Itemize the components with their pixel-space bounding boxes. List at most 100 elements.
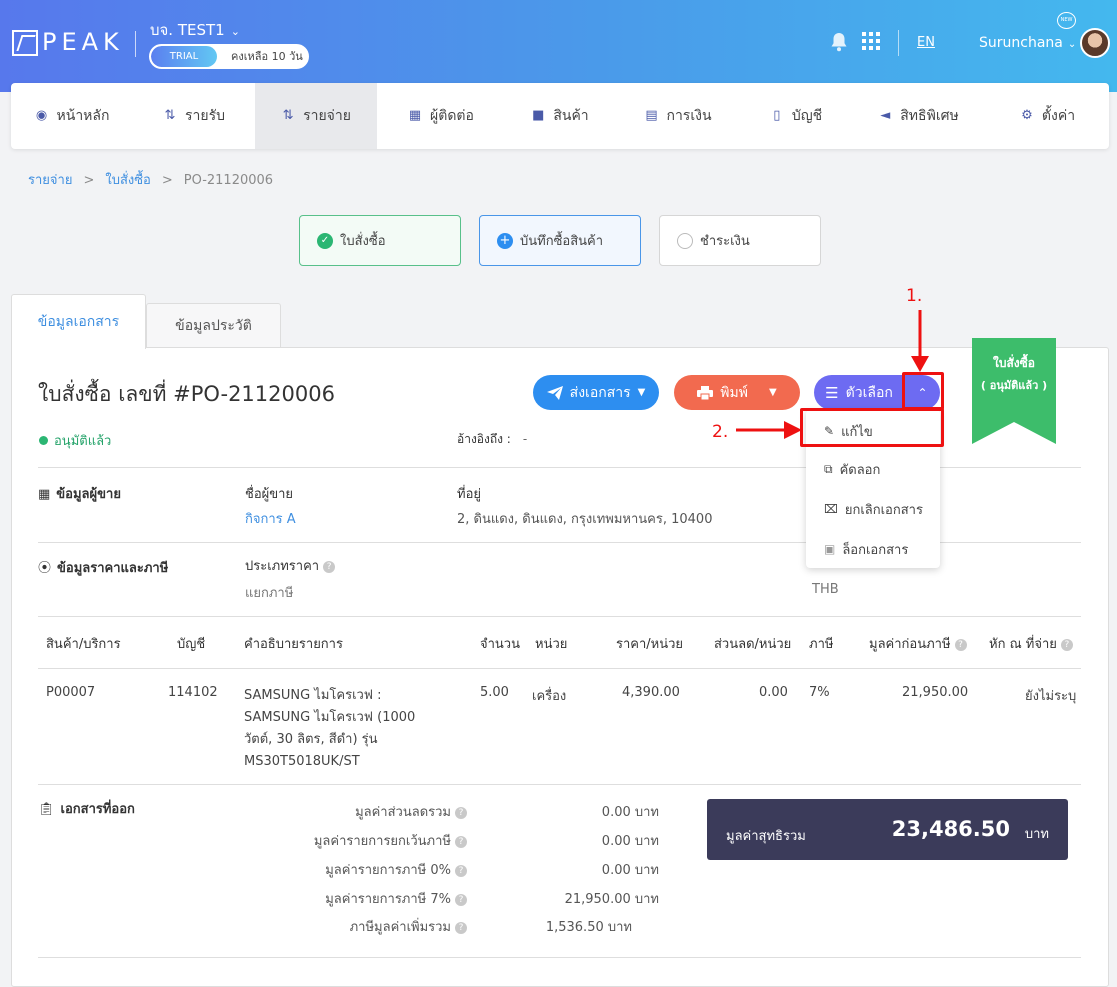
check-circle-icon: ✓ [317, 232, 333, 249]
user-menu[interactable]: Surunchana ⌄ [979, 35, 1076, 51]
summary-label-exempt: มูลค่ารายการยกเว้นภาษี? [314, 830, 467, 851]
trial-label: TRIAL [151, 46, 217, 67]
breadcrumb-current: PO-21120006 [183, 173, 274, 188]
col-header-pretax: มูลค่าก่อนภาษี? [869, 633, 967, 654]
help-icon[interactable]: ? [455, 806, 467, 819]
menu-item-dashboard[interactable]: ◉ หน้าหลัก [11, 83, 133, 149]
avatar[interactable] [1080, 28, 1110, 58]
help-icon[interactable]: ? [1060, 638, 1073, 651]
chevron-down-icon: ▼ [637, 387, 646, 398]
menu-label: รายจ่าย [303, 108, 351, 124]
currency-value: THB [812, 582, 839, 597]
send-document-button[interactable]: ส่งเอกสาร ▼ [533, 375, 659, 410]
account-code: 114102 [168, 685, 218, 700]
language-switch[interactable]: EN [917, 35, 935, 50]
summary-value-vat0: 0.00 บาท [601, 863, 659, 878]
summary-label-text: มูลค่าส่วนลดรวม [355, 805, 451, 820]
logo-text: PEAK [42, 28, 124, 56]
summary-value-exempt: 0.00 บาท [601, 834, 659, 849]
menu-item-finance[interactable]: ▤ การเงิน [615, 83, 741, 149]
summary-label-vat7: มูลค่ารายการภาษี 7%? [325, 888, 467, 909]
product-code-link[interactable]: P00007 [46, 685, 95, 700]
summary-label-text: มูลค่ารายการภาษี 0% [325, 863, 451, 878]
address-value: 2, ดินแดง, ดินแดง, กรุงเทพมหานคร, 10400 [457, 512, 713, 527]
expense-icon: ⇅ [282, 108, 294, 123]
ribbon-status: ( อนุมัติแล้ว ) [980, 379, 1048, 392]
net-total-unit: บาท [1024, 827, 1049, 842]
main-menu: ◉ หน้าหลัก ⇅ รายรับ ⇅ รายจ่าย ▦ ผู้ติดต่อ ■ ส… [11, 83, 1109, 149]
menu-item-products[interactable]: ■ สินค้า [505, 83, 615, 149]
summary-value-vat7: 21,950.00 บาท [564, 892, 659, 907]
step-label: ชำระเงิน [700, 234, 750, 249]
step-label: บันทึกซื้อสินค้า [520, 234, 604, 249]
menu-item-lock-document[interactable]: ▣ ล็อกเอกสาร [806, 530, 940, 568]
col-header-wht: หัก ณ ที่จ่าย? [989, 633, 1073, 654]
divider [38, 784, 1081, 785]
menu-item-settings[interactable]: ⚙ ตั้งค่า [986, 83, 1109, 149]
annotation-arrow-right-icon [736, 421, 802, 439]
menu-item-cancel-document[interactable]: ⌧ ยกเลิกเอกสาร [806, 490, 940, 528]
help-icon[interactable]: ? [455, 864, 467, 877]
trial-remaining: คงเหลือ 10 วัน [231, 50, 303, 63]
company-selector[interactable]: บจ. TEST1 ⌄ [150, 18, 240, 42]
col-header-price: ราคา/หน่วย [616, 637, 684, 652]
paper-plane-icon [546, 385, 563, 400]
step-label: ใบสั่งซื้อ [340, 234, 386, 249]
divider [38, 616, 1081, 617]
status-text: อนุมัติแล้ว [54, 434, 112, 449]
empty-circle-icon [677, 232, 693, 249]
item-price: 4,390.00 [622, 685, 680, 700]
tab-history[interactable]: ข้อมูลประวัติ [146, 303, 281, 348]
menu-item-contacts[interactable]: ▦ ผู้ติดต่อ [377, 83, 505, 149]
menu-label: บัญชี [791, 108, 823, 124]
options-button[interactable]: ☰ ตัวเลือก [814, 375, 904, 410]
help-icon[interactable]: ? [323, 560, 336, 573]
percent-icon: ⦿ [38, 561, 52, 576]
peak-logo[interactable]: PEAK [12, 28, 124, 56]
net-total-label: มูลค่าสุทธิรวม [726, 829, 806, 844]
vendor-name-link[interactable]: กิจการ A [245, 508, 296, 529]
step-record-purchase[interactable]: + บันทึกซื้อสินค้า [479, 215, 641, 266]
menu-item-expense[interactable]: ⇅ รายจ่าย [255, 83, 377, 149]
box-icon: ■ [532, 108, 545, 123]
annotation-label-1: 1. [906, 286, 923, 306]
status-badge: อนุมัติแล้ว [39, 430, 111, 451]
tab-document-info[interactable]: ข้อมูลเอกสาร [11, 294, 146, 349]
menu-item-privileges[interactable]: ◄ สิทธิพิเศษ [851, 83, 986, 149]
help-icon[interactable]: ? [455, 921, 467, 934]
megaphone-icon: ◄ [880, 108, 891, 123]
copy-icon: ⧉ [824, 461, 833, 476]
summary-label-text: ภาษีมูลค่าเพิ่มรวม [349, 920, 451, 935]
file-cancel-icon: ⌧ [824, 502, 838, 516]
step-payment[interactable]: ชำระเงิน [659, 215, 821, 266]
col-header-account: บัญชี [177, 637, 206, 652]
print-button[interactable]: พิมพ์ ▼ [674, 375, 800, 410]
top-bar: PEAK บจ. TEST1 ⌄ TRIAL คงเหลือ 10 วัน EN … [0, 0, 1117, 92]
ref-label: อ้างอิงถึง : [457, 432, 511, 446]
divider [135, 31, 136, 57]
col-header-description: คำอธิบายรายการ [244, 637, 343, 652]
col-header-vat: ภาษี [809, 637, 834, 652]
address-label: ที่อยู่ [457, 487, 481, 502]
new-badge[interactable]: NEW [1057, 12, 1076, 29]
help-icon[interactable]: ? [455, 835, 467, 848]
help-icon[interactable]: ? [455, 893, 467, 906]
apps-grid-icon[interactable] [862, 32, 880, 50]
user-name: Surunchana [979, 35, 1063, 51]
pricing-section-label: ข้อมูลราคาและภาษี [57, 561, 169, 576]
breadcrumb-expense[interactable]: รายจ่าย [28, 173, 72, 188]
print-label: พิมพ์ [720, 384, 748, 401]
bell-icon[interactable] [830, 32, 848, 52]
divider [38, 668, 1081, 669]
money-icon: ▤ [645, 108, 658, 123]
ribbon-title: ใบสั่งซื้อ [992, 356, 1035, 370]
menu-item-income[interactable]: ⇅ รายรับ [133, 83, 255, 149]
step-purchase-order[interactable]: ✓ ใบสั่งซื้อ [299, 215, 461, 266]
help-icon[interactable]: ? [954, 638, 967, 651]
send-label: ส่งเอกสาร [569, 384, 631, 401]
breadcrumb-po[interactable]: ใบสั่งซื้อ [105, 173, 151, 188]
menu-item-copy[interactable]: ⧉ คัดลอก [806, 450, 940, 488]
divider [898, 30, 899, 56]
menu-item-accounting[interactable]: ▯ บัญชี [741, 83, 851, 149]
summary-label-vat-total: ภาษีมูลค่าเพิ่มรวม? [350, 916, 467, 937]
